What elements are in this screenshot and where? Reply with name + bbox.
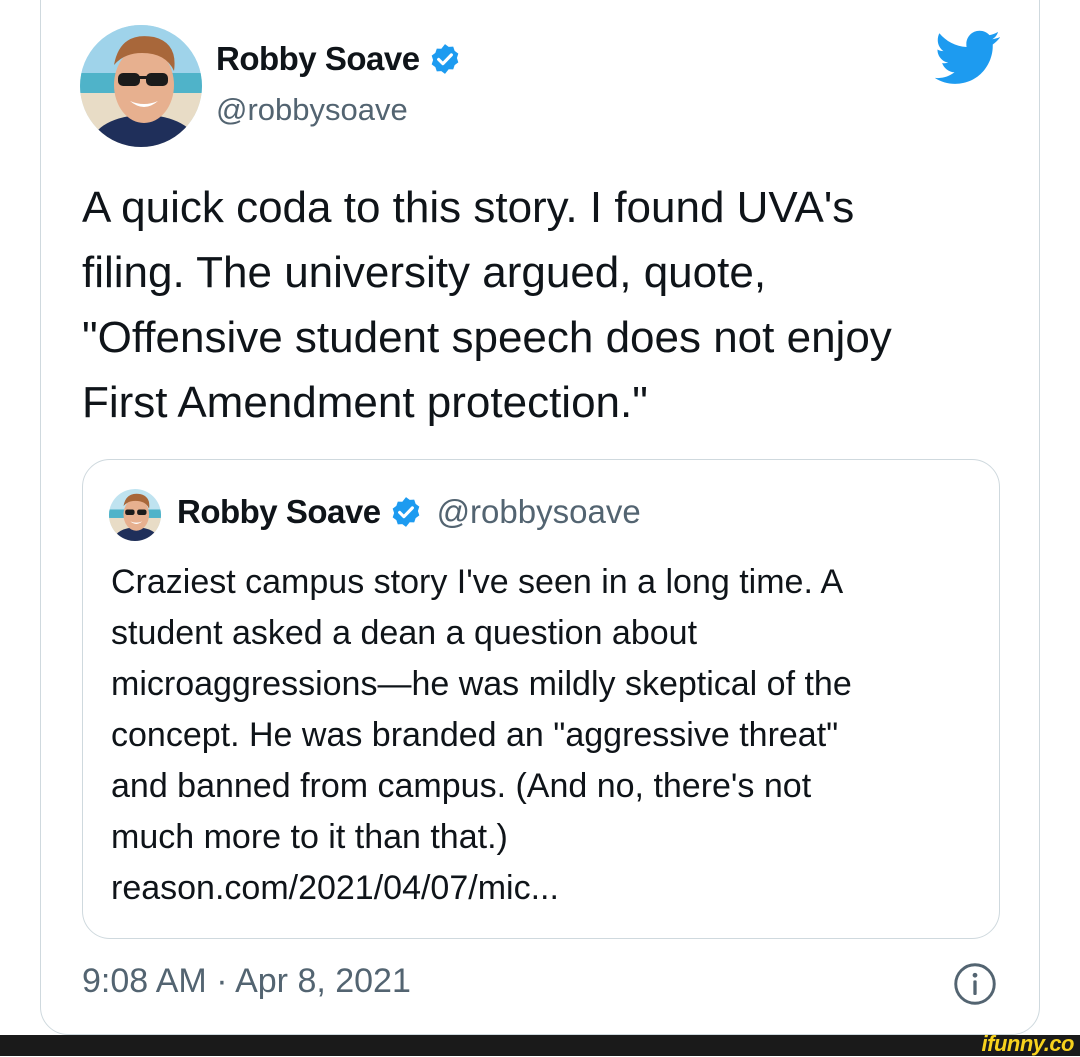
quoted-author-name: Robby Soave [177,493,381,530]
tweet-timestamp[interactable]: 9:08 AM · Apr 8, 2021 [82,962,411,1001]
quoted-author-handle: @robbysoave [436,493,641,530]
quoted-author-avatar [109,489,161,541]
tweet-text: A quick coda to this story. I found UVA'… [82,183,892,427]
info-icon[interactable] [953,962,997,1006]
author-name-row: Robby Soave [216,40,462,78]
quoted-tweet-header: Robby Soave @robbysoave [177,493,641,531]
author-handle[interactable]: @robbysoave [216,92,408,128]
watermark-bar [0,1035,1080,1056]
verified-badge-icon [431,44,458,74]
verified-badge-icon [392,497,419,527]
author-name[interactable]: Robby Soave [216,40,420,78]
ifunny-watermark: ifunny.co [981,1031,1075,1056]
twitter-bird-icon[interactable] [935,30,1001,86]
author-avatar[interactable] [80,25,202,147]
quoted-tweet[interactable]: Robby Soave @robbysoave Craziest campus … [82,459,1000,939]
quoted-tweet-text: Craziest campus story I've seen in a lon… [111,563,852,907]
